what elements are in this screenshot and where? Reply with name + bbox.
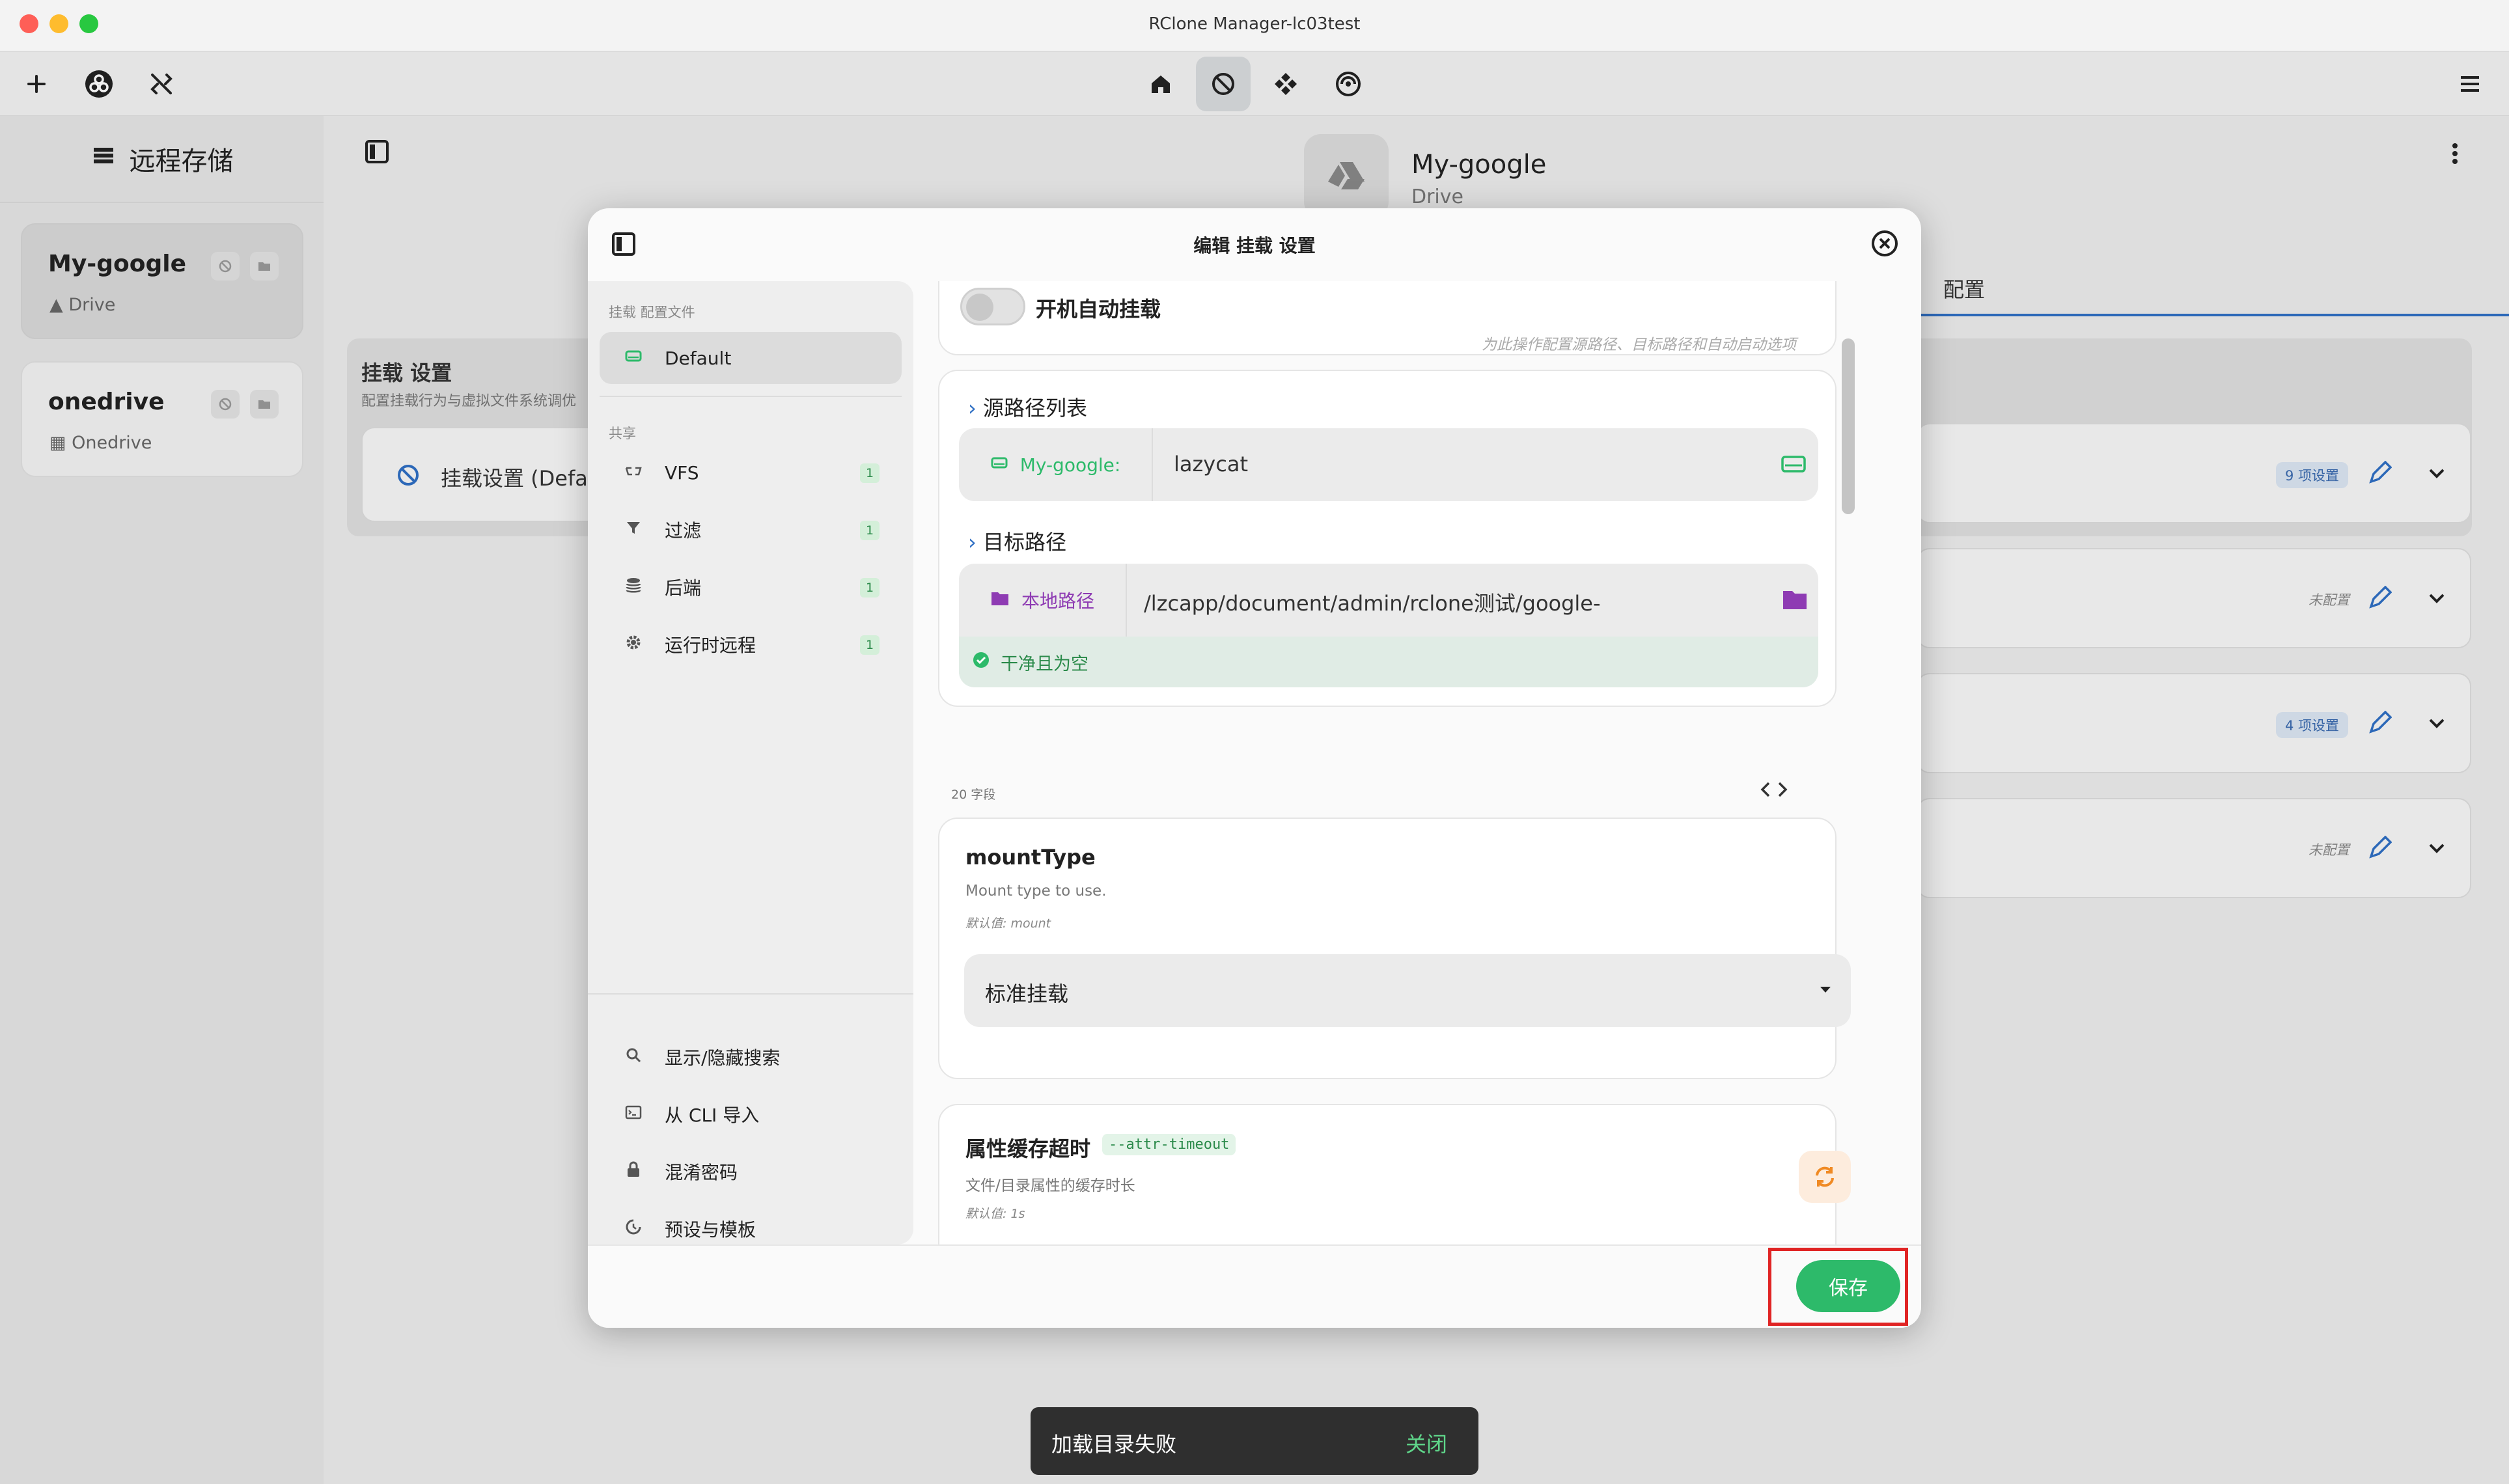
dest-kind-label: 本地路径 [1021, 590, 1094, 612]
edit-mount-modal: 编辑 挂载 设置 挂载 配置文件 Default 共享 VFS 1 过滤 1 后… [588, 208, 1921, 1328]
scrollbar-thumb[interactable] [1842, 338, 1855, 514]
nav-item-backend[interactable]: 后端 1 [600, 561, 902, 613]
nav-item-label: 后端 [665, 577, 702, 599]
chevron-right-icon: › [968, 396, 977, 420]
nav-item-label: 预设与模板 [665, 1219, 756, 1241]
autostart-card: 开机自动挂载 为此操作配置源路径、目标路径和自动启动选项 [938, 281, 1837, 355]
source-path-input[interactable]: lazycat [1174, 452, 1248, 476]
dest-path-input[interactable]: /lzcapp/document/admin/rclone测试/google- [1144, 587, 1601, 617]
source-path-row: My-google: lazycat [959, 428, 1818, 501]
toast-notification: 加载目录失败 关闭 [1031, 1407, 1478, 1475]
count-badge: 1 [860, 463, 880, 483]
folder-icon [990, 590, 1010, 611]
check-circle-icon [972, 651, 990, 674]
gear-icon [624, 633, 643, 656]
caret-down-icon [1818, 984, 1833, 996]
modal-content: 开机自动挂载 为此操作配置源路径、目标路径和自动启动选项 › 源路径列表 My-… [938, 281, 1869, 1244]
fields-count: 20 字段 [951, 788, 996, 802]
terminal-icon [624, 1103, 643, 1126]
nav-item-vfs[interactable]: VFS 1 [600, 447, 902, 499]
autostart-label: 开机自动挂载 [1036, 297, 1161, 322]
mount-type-value: 标准挂载 [985, 982, 1069, 1006]
chevron-right-icon: › [968, 530, 977, 555]
code-view-icon[interactable] [1760, 780, 1788, 802]
nav-item-runtime-remote[interactable]: 运行时远程 1 [600, 618, 902, 670]
count-badge: 1 [860, 635, 880, 655]
filter-icon [624, 519, 643, 542]
divider [588, 993, 913, 995]
drive-small-icon [624, 347, 643, 370]
nav-item-filter[interactable]: 过滤 1 [600, 504, 902, 556]
cli-flag-tag: --attr-timeout [1102, 1134, 1236, 1155]
search-icon [624, 1046, 643, 1069]
autostart-hint: 为此操作配置源路径、目标路径和自动启动选项 [1482, 337, 1796, 353]
dest-section[interactable]: › 目标路径 [968, 526, 1066, 556]
modal-nav: 挂载 配置文件 Default 共享 VFS 1 过滤 1 后端 1 运行时远程… [588, 281, 913, 1244]
count-badge: 1 [860, 578, 880, 598]
dest-kind-selector[interactable]: 本地路径 [959, 564, 1127, 637]
modal-footer [588, 1244, 1921, 1328]
paths-card: › 源路径列表 My-google: lazycat › 目标路径 本地路径 /… [938, 370, 1837, 707]
nav-item-label: 过滤 [665, 520, 702, 542]
dest-status: 干净且为空 [959, 637, 1818, 687]
shared-section-label: 共享 [609, 426, 636, 441]
nav-item-label: 从 CLI 导入 [665, 1105, 760, 1126]
nav-item-label: 运行时远程 [665, 635, 756, 656]
nav-import-cli[interactable]: 从 CLI 导入 [600, 1088, 902, 1140]
nav-item-label: 混淆密码 [665, 1162, 738, 1183]
field-description: 文件/目录属性的缓存时长 [965, 1177, 1135, 1194]
profile-default[interactable]: Default [600, 332, 902, 384]
highlight-box [1768, 1248, 1908, 1326]
dest-path-row: 本地路径 /lzcapp/document/admin/rclone测试/goo… [959, 564, 1818, 687]
folder-browse-icon[interactable] [1782, 588, 1808, 613]
nav-item-label: 显示/隐藏搜索 [665, 1047, 781, 1069]
mount-type-select[interactable]: 标准挂载 [964, 954, 1851, 1027]
divider [600, 396, 902, 397]
close-icon[interactable] [1870, 229, 1899, 260]
count-badge: 1 [860, 521, 880, 540]
autostart-toggle[interactable] [960, 288, 1025, 325]
lock-icon [624, 1161, 643, 1183]
field-default: 默认值: mount [965, 916, 1051, 931]
field-default: 默认值: 1s [965, 1207, 1025, 1221]
mount-type-card: mountType Mount type to use. 默认值: mount … [938, 818, 1851, 1079]
field-label: 属性缓存超时 [965, 1136, 1091, 1161]
profile-default-label: Default [665, 347, 732, 369]
drive-browse-icon[interactable] [1781, 454, 1807, 476]
toggle-knob [966, 294, 993, 321]
source-remote-label: My-google: [1019, 454, 1121, 476]
field-label: mountType [965, 845, 1096, 870]
nav-toggle-search[interactable]: 显示/隐藏搜索 [600, 1031, 902, 1083]
drive-small-icon [990, 454, 1008, 476]
vfs-icon [624, 461, 643, 484]
dest-status-label: 干净且为空 [1001, 653, 1088, 674]
source-section[interactable]: › 源路径列表 [968, 392, 1087, 422]
nav-obscure-password[interactable]: 混淆密码 [600, 1146, 902, 1198]
backend-icon [624, 576, 643, 599]
reset-icon[interactable] [1799, 1151, 1851, 1203]
source-remote-selector[interactable]: My-google: [959, 428, 1153, 501]
toast-message: 加载目录失败 [1051, 1432, 1177, 1457]
toast-close-button[interactable]: 关闭 [1406, 1428, 1447, 1458]
field-description: Mount type to use. [965, 883, 1107, 900]
attr-timeout-card: 属性缓存超时 --attr-timeout 文件/目录属性的缓存时长 默认值: … [938, 1104, 1851, 1244]
nav-item-label: VFS [665, 461, 699, 484]
window-title: RClone Manager-lc03test [1148, 14, 1361, 34]
profiles-section-label: 挂载 配置文件 [609, 305, 695, 320]
template-icon [624, 1218, 643, 1241]
modal-title: 编辑 挂载 设置 [1193, 235, 1316, 256]
